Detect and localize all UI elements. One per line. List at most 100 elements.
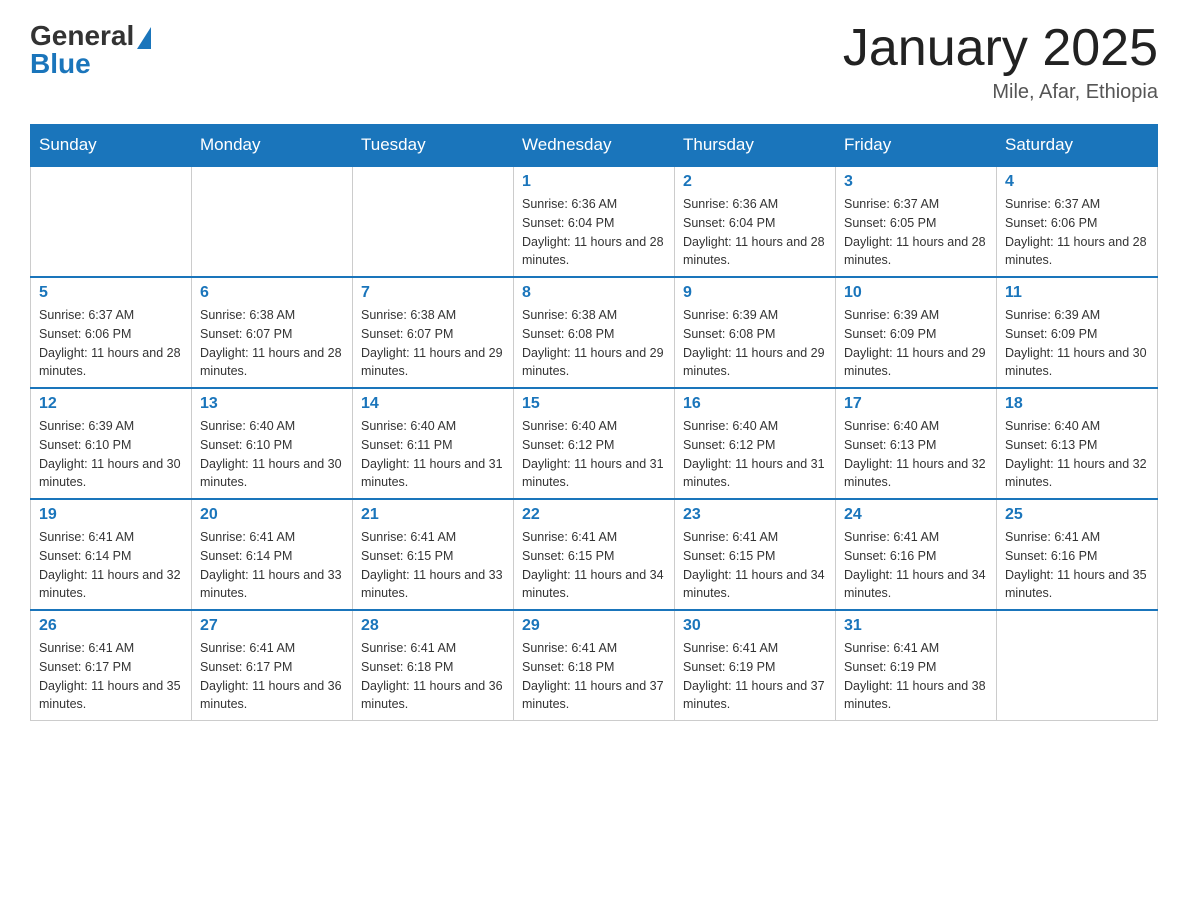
weekday-header-friday: Friday xyxy=(836,125,997,167)
day-number: 8 xyxy=(522,284,666,302)
day-info: Sunrise: 6:37 AM Sunset: 6:05 PM Dayligh… xyxy=(844,195,988,270)
week-row-2: 5 Sunrise: 6:37 AM Sunset: 6:06 PM Daylig… xyxy=(31,277,1158,388)
calendar-cell xyxy=(997,610,1158,721)
weekday-header-thursday: Thursday xyxy=(675,125,836,167)
calendar-cell: 31 Sunrise: 6:41 AM Sunset: 6:19 PM Dayli… xyxy=(836,610,997,721)
day-info: Sunrise: 6:39 AM Sunset: 6:08 PM Dayligh… xyxy=(683,306,827,381)
logo: General Blue xyxy=(30,20,151,80)
calendar-cell: 8 Sunrise: 6:38 AM Sunset: 6:08 PM Daylig… xyxy=(514,277,675,388)
day-number: 28 xyxy=(361,617,505,635)
day-number: 4 xyxy=(1005,173,1149,191)
weekday-header-saturday: Saturday xyxy=(997,125,1158,167)
day-info: Sunrise: 6:40 AM Sunset: 6:13 PM Dayligh… xyxy=(844,417,988,492)
calendar-cell: 24 Sunrise: 6:41 AM Sunset: 6:16 PM Dayli… xyxy=(836,499,997,610)
logo-triangle-icon xyxy=(137,27,151,49)
day-number: 30 xyxy=(683,617,827,635)
day-info: Sunrise: 6:39 AM Sunset: 6:10 PM Dayligh… xyxy=(39,417,183,492)
calendar-cell: 22Sunrise: 6:41 AM Sunset: 6:15 PM Dayli… xyxy=(514,499,675,610)
calendar-cell: 7 Sunrise: 6:38 AM Sunset: 6:07 PM Daylig… xyxy=(353,277,514,388)
day-info: Sunrise: 6:37 AM Sunset: 6:06 PM Dayligh… xyxy=(1005,195,1149,270)
day-number: 2 xyxy=(683,173,827,191)
day-number: 29 xyxy=(522,617,666,635)
day-number: 17 xyxy=(844,395,988,413)
calendar-cell: 2Sunrise: 6:36 AM Sunset: 6:04 PM Daylig… xyxy=(675,166,836,277)
day-number: 22 xyxy=(522,506,666,524)
day-number: 11 xyxy=(1005,284,1149,302)
day-info: Sunrise: 6:40 AM Sunset: 6:12 PM Dayligh… xyxy=(522,417,666,492)
day-number: 14 xyxy=(361,395,505,413)
day-info: Sunrise: 6:41 AM Sunset: 6:17 PM Dayligh… xyxy=(200,639,344,714)
calendar-cell: 29 Sunrise: 6:41 AM Sunset: 6:18 PM Dayli… xyxy=(514,610,675,721)
day-number: 23 xyxy=(683,506,827,524)
day-info: Sunrise: 6:41 AM Sunset: 6:16 PM Dayligh… xyxy=(844,528,988,603)
calendar-cell: 28 Sunrise: 6:41 AM Sunset: 6:18 PM Dayli… xyxy=(353,610,514,721)
day-number: 25 xyxy=(1005,506,1149,524)
day-info: Sunrise: 6:41 AM Sunset: 6:14 PM Dayligh… xyxy=(200,528,344,603)
calendar-title: January 2025 xyxy=(843,20,1158,77)
calendar-cell xyxy=(192,166,353,277)
day-number: 5 xyxy=(39,284,183,302)
calendar-cell: 12 Sunrise: 6:39 AM Sunset: 6:10 PM Dayli… xyxy=(31,388,192,499)
day-number: 26 xyxy=(39,617,183,635)
day-info: Sunrise: 6:40 AM Sunset: 6:11 PM Dayligh… xyxy=(361,417,505,492)
week-row-4: 19 Sunrise: 6:41 AM Sunset: 6:14 PM Dayli… xyxy=(31,499,1158,610)
day-number: 31 xyxy=(844,617,988,635)
calendar-cell: 16Sunrise: 6:40 AM Sunset: 6:12 PM Dayli… xyxy=(675,388,836,499)
day-info: Sunrise: 6:41 AM Sunset: 6:15 PM Dayligh… xyxy=(361,528,505,603)
calendar-cell: 9 Sunrise: 6:39 AM Sunset: 6:08 PM Daylig… xyxy=(675,277,836,388)
day-info: Sunrise: 6:39 AM Sunset: 6:09 PM Dayligh… xyxy=(844,306,988,381)
calendar-cell: 21 Sunrise: 6:41 AM Sunset: 6:15 PM Dayli… xyxy=(353,499,514,610)
day-info: Sunrise: 6:41 AM Sunset: 6:18 PM Dayligh… xyxy=(361,639,505,714)
day-number: 13 xyxy=(200,395,344,413)
calendar-cell: 5 Sunrise: 6:37 AM Sunset: 6:06 PM Daylig… xyxy=(31,277,192,388)
day-info: Sunrise: 6:39 AM Sunset: 6:09 PM Dayligh… xyxy=(1005,306,1149,381)
day-number: 1 xyxy=(522,173,666,191)
day-info: Sunrise: 6:38 AM Sunset: 6:07 PM Dayligh… xyxy=(361,306,505,381)
day-number: 10 xyxy=(844,284,988,302)
day-info: Sunrise: 6:38 AM Sunset: 6:07 PM Dayligh… xyxy=(200,306,344,381)
day-info: Sunrise: 6:41 AM Sunset: 6:14 PM Dayligh… xyxy=(39,528,183,603)
day-info: Sunrise: 6:38 AM Sunset: 6:08 PM Dayligh… xyxy=(522,306,666,381)
day-number: 21 xyxy=(361,506,505,524)
day-number: 20 xyxy=(200,506,344,524)
weekday-header-wednesday: Wednesday xyxy=(514,125,675,167)
day-info: Sunrise: 6:37 AM Sunset: 6:06 PM Dayligh… xyxy=(39,306,183,381)
calendar-cell: 30Sunrise: 6:41 AM Sunset: 6:19 PM Dayli… xyxy=(675,610,836,721)
logo-blue-text: Blue xyxy=(30,48,91,80)
day-info: Sunrise: 6:40 AM Sunset: 6:13 PM Dayligh… xyxy=(1005,417,1149,492)
day-number: 19 xyxy=(39,506,183,524)
day-number: 3 xyxy=(844,173,988,191)
calendar-cell xyxy=(31,166,192,277)
calendar-cell: 23 Sunrise: 6:41 AM Sunset: 6:15 PM Dayli… xyxy=(675,499,836,610)
calendar-cell: 26Sunrise: 6:41 AM Sunset: 6:17 PM Dayli… xyxy=(31,610,192,721)
day-number: 27 xyxy=(200,617,344,635)
day-number: 15 xyxy=(522,395,666,413)
calendar-cell: 10 Sunrise: 6:39 AM Sunset: 6:09 PM Dayli… xyxy=(836,277,997,388)
day-number: 9 xyxy=(683,284,827,302)
calendar-cell: 6Sunrise: 6:38 AM Sunset: 6:07 PM Daylig… xyxy=(192,277,353,388)
day-info: Sunrise: 6:41 AM Sunset: 6:19 PM Dayligh… xyxy=(844,639,988,714)
calendar-cell: 27 Sunrise: 6:41 AM Sunset: 6:17 PM Dayli… xyxy=(192,610,353,721)
day-info: Sunrise: 6:40 AM Sunset: 6:10 PM Dayligh… xyxy=(200,417,344,492)
title-section: January 2025 Mile, Afar, Ethiopia xyxy=(843,20,1158,104)
week-row-5: 26 Sunrise: 6:41 AM Sunset: 6:17 PM Dayli… xyxy=(31,610,1158,721)
calendar-cell: 17 Sunrise: 6:40 AM Sunset: 6:13 PM Dayli… xyxy=(836,388,997,499)
day-info: Sunrise: 6:41 AM Sunset: 6:16 PM Dayligh… xyxy=(1005,528,1149,603)
day-number: 18 xyxy=(1005,395,1149,413)
day-number: 7 xyxy=(361,284,505,302)
weekday-header-row: SundayMondayTuesdayWednesdayThursdayFrid… xyxy=(31,125,1158,167)
day-number: 16 xyxy=(683,395,827,413)
calendar-cell: 19 Sunrise: 6:41 AM Sunset: 6:14 PM Dayli… xyxy=(31,499,192,610)
weekday-header-tuesday: Tuesday xyxy=(353,125,514,167)
day-info: Sunrise: 6:41 AM Sunset: 6:15 PM Dayligh… xyxy=(683,528,827,603)
calendar-cell: 3 Sunrise: 6:37 AM Sunset: 6:05 PM Daylig… xyxy=(836,166,997,277)
weekday-header-monday: Monday xyxy=(192,125,353,167)
day-number: 12 xyxy=(39,395,183,413)
day-number: 24 xyxy=(844,506,988,524)
day-info: Sunrise: 6:36 AM Sunset: 6:04 PM Dayligh… xyxy=(522,195,666,270)
calendar-cell: 18 Sunrise: 6:40 AM Sunset: 6:13 PM Dayli… xyxy=(997,388,1158,499)
calendar-cell: 4 Sunrise: 6:37 AM Sunset: 6:06 PM Daylig… xyxy=(997,166,1158,277)
day-info: Sunrise: 6:41 AM Sunset: 6:18 PM Dayligh… xyxy=(522,639,666,714)
weekday-header-sunday: Sunday xyxy=(31,125,192,167)
calendar-cell: 15 Sunrise: 6:40 AM Sunset: 6:12 PM Dayli… xyxy=(514,388,675,499)
